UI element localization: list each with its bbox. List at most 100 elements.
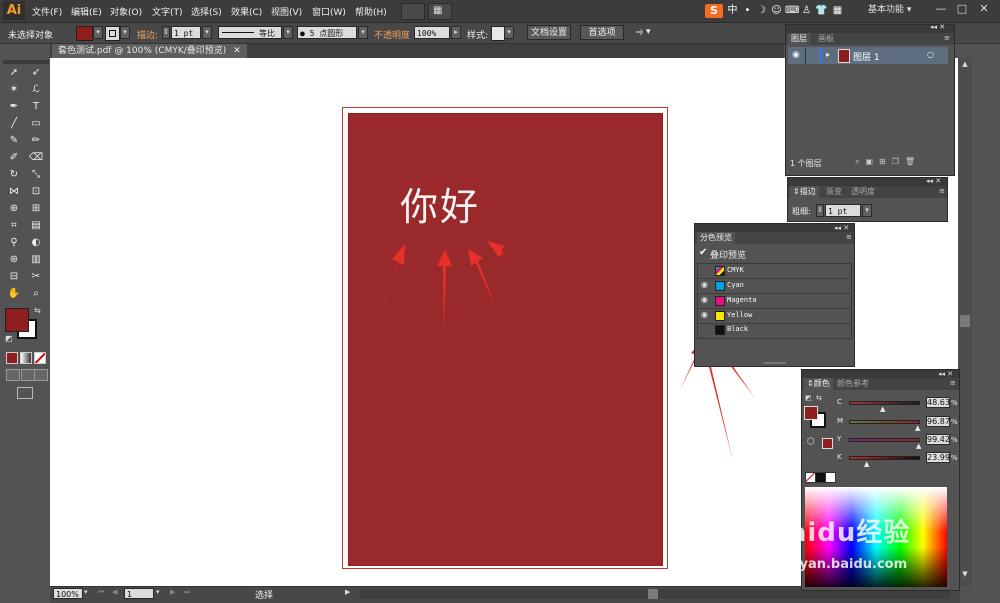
zoom-dropdown-icon[interactable]: ▾ — [84, 588, 88, 596]
layers-panel-header[interactable] — [786, 25, 954, 33]
weight-field[interactable]: 1 pt — [825, 204, 861, 217]
menu-help[interactable]: 帮助(H) — [355, 5, 387, 18]
color-fill-box[interactable] — [804, 406, 818, 420]
scale-tool-icon[interactable]: ⤡ — [27, 167, 45, 182]
default-fill-stroke-icon[interactable]: ◩ — [805, 394, 812, 402]
menu-view[interactable]: 视图(V) — [271, 5, 302, 18]
yellow-slider-track[interactable] — [849, 438, 920, 442]
hand-tool-icon[interactable]: ✋ — [5, 286, 23, 301]
draw-inside-icon[interactable] — [34, 369, 48, 381]
out-of-gamut-icon[interactable]: ⬡ — [807, 437, 815, 447]
locate-object-icon[interactable]: ⌕ — [855, 157, 865, 166]
tab-gradient[interactable]: 渐变 — [823, 186, 845, 198]
perspective-grid-tool-icon[interactable]: ⊞ — [27, 201, 45, 216]
column-graph-tool-icon[interactable]: ▥ — [27, 252, 45, 267]
page-field[interactable]: 1 — [124, 588, 154, 599]
graphic-style-swatch[interactable] — [491, 26, 505, 41]
menu-file[interactable]: 文件(F) — [32, 5, 62, 18]
menu-type[interactable]: 文字(T) — [152, 5, 183, 18]
mesh-tool-icon[interactable]: ⌗ — [5, 218, 23, 233]
trash-icon[interactable]: 🗑 — [905, 157, 921, 166]
black-value-field[interactable]: 23.99 — [926, 452, 950, 463]
gradient-mode-icon[interactable] — [20, 352, 32, 364]
page-dropdown-icon[interactable]: ▾ — [156, 588, 160, 596]
ime-user-icon[interactable]: ♙ — [800, 5, 813, 17]
width-tool-icon[interactable]: ⋈ — [5, 184, 23, 199]
layer-name[interactable]: 图层 1 — [853, 50, 880, 63]
workspace-switcher[interactable]: 基本功能 ▾ — [868, 3, 924, 18]
new-layer-icon[interactable]: ❐ — [892, 157, 905, 166]
hello-text[interactable]: 你好 — [400, 176, 480, 231]
eyedropper-tool-icon[interactable]: ⚲ — [5, 235, 23, 250]
zoom-field[interactable]: 100% — [53, 588, 83, 599]
line-tool-icon[interactable]: ╱ — [5, 116, 23, 131]
fill-dropdown[interactable]: ▾ — [93, 26, 103, 39]
scrollbar-thumb[interactable] — [960, 315, 970, 327]
menu-edit[interactable]: 编辑(E) — [71, 5, 102, 18]
blend-tool-icon[interactable]: ◐ — [27, 235, 45, 250]
color-mode-icon[interactable] — [6, 352, 18, 364]
tools-panel-header[interactable] — [3, 60, 49, 64]
prev-page-icon[interactable]: ◀ — [112, 588, 117, 596]
tab-color[interactable]: ⇕颜色 — [804, 378, 833, 390]
panel-menu-icon[interactable]: ≡ — [944, 34, 950, 42]
opacity-field[interactable]: 100% — [414, 26, 450, 39]
slice-tool-icon[interactable]: ✂ — [27, 269, 45, 284]
separations-menu-icon[interactable]: ≡ — [846, 233, 852, 241]
eye-icon[interactable]: ◉ — [701, 280, 708, 289]
separations-panel-header[interactable] — [695, 224, 854, 232]
overprint-checkbox[interactable]: ✔ — [699, 247, 707, 258]
brush-dropdown[interactable]: ▾ — [358, 26, 368, 39]
close-tab-icon[interactable]: ✕ — [233, 46, 241, 56]
align-menu-icon[interactable]: ⥤ ▾ — [636, 27, 651, 37]
eye-icon[interactable]: ◉ — [701, 295, 708, 304]
rotate-tool-icon[interactable]: ↻ — [5, 167, 23, 182]
magenta-value-field[interactable]: 96.87 — [926, 416, 950, 427]
stroke-panel-header[interactable] — [788, 178, 947, 186]
panel-resize-grip[interactable] — [764, 362, 786, 364]
eraser-tool-icon[interactable]: ⌫ — [27, 150, 45, 165]
gradient-tool-icon[interactable]: ▤ — [27, 218, 45, 233]
ime-tools-icon[interactable]: ▦ — [831, 5, 844, 17]
color-panel-header[interactable] — [802, 370, 959, 378]
zoom-tool-icon[interactable]: ⌕ — [27, 286, 45, 301]
magenta-slider-thumb[interactable]: ▲ — [915, 424, 920, 432]
none-mode-icon[interactable] — [34, 352, 46, 364]
yellow-slider-thumb[interactable]: ▲ — [916, 442, 921, 450]
minimize-button[interactable]: — — [932, 2, 950, 16]
document-tab[interactable]: 套色测试.pdf @ 100% (CMYK/叠印预览) ✕ — [52, 44, 247, 58]
draw-behind-icon[interactable] — [21, 369, 35, 381]
draw-normal-icon[interactable] — [6, 369, 20, 381]
target-icon[interactable]: ○ — [927, 50, 934, 59]
ime-moon-icon[interactable]: ☽ — [755, 5, 768, 17]
black-slider-thumb[interactable]: ▲ — [864, 460, 869, 468]
tab-color-guide[interactable]: 颜色参考 — [834, 378, 872, 390]
fill-swatch[interactable] — [76, 26, 93, 41]
swap-colors-icon[interactable]: ⇆ — [34, 306, 41, 315]
default-colors-icon[interactable]: ◩ — [5, 334, 13, 343]
color-panel-menu-icon[interactable]: ≡ — [950, 379, 956, 387]
expand-triangle-icon[interactable]: ▸ — [826, 50, 830, 59]
cyan-value-field[interactable]: 48.63 — [926, 397, 950, 408]
profile-dropdown[interactable]: ▾ — [283, 26, 293, 39]
tab-transparency[interactable]: 透明度 — [848, 186, 878, 198]
scroll-up-icon[interactable]: ▲ — [959, 60, 971, 74]
stroke-stepper[interactable]: ⇕ — [162, 26, 170, 39]
stroke-swatch[interactable] — [105, 26, 120, 41]
eye-icon[interactable]: ◉ — [792, 50, 800, 60]
stroke-weight-field[interactable]: 1 pt — [171, 26, 201, 39]
eye-icon[interactable]: ◉ — [701, 310, 708, 319]
variable-width-profile[interactable]: 等比 — [218, 26, 282, 39]
pencil-tool-icon[interactable]: ✏ — [27, 133, 45, 148]
clipping-mask-icon[interactable]: ▣ — [865, 157, 879, 166]
selection-tool-icon[interactable]: ➚ — [5, 65, 23, 80]
menu-object[interactable]: 对象(O) — [110, 5, 142, 18]
stroke-dropdown[interactable]: ▾ — [120, 26, 130, 39]
free-transform-tool-icon[interactable]: ⊡ — [27, 184, 45, 199]
white-swatch[interactable] — [825, 472, 836, 483]
scroll-down-icon[interactable]: ▼ — [959, 570, 971, 584]
sogou-ime-logo[interactable]: S — [705, 4, 723, 18]
separations-collapse-icon[interactable]: ◂◂ ✕ — [834, 224, 849, 232]
next-page-icon[interactable]: ▶ — [170, 588, 175, 596]
direct-selection-tool-icon[interactable]: ➶ — [27, 65, 45, 80]
